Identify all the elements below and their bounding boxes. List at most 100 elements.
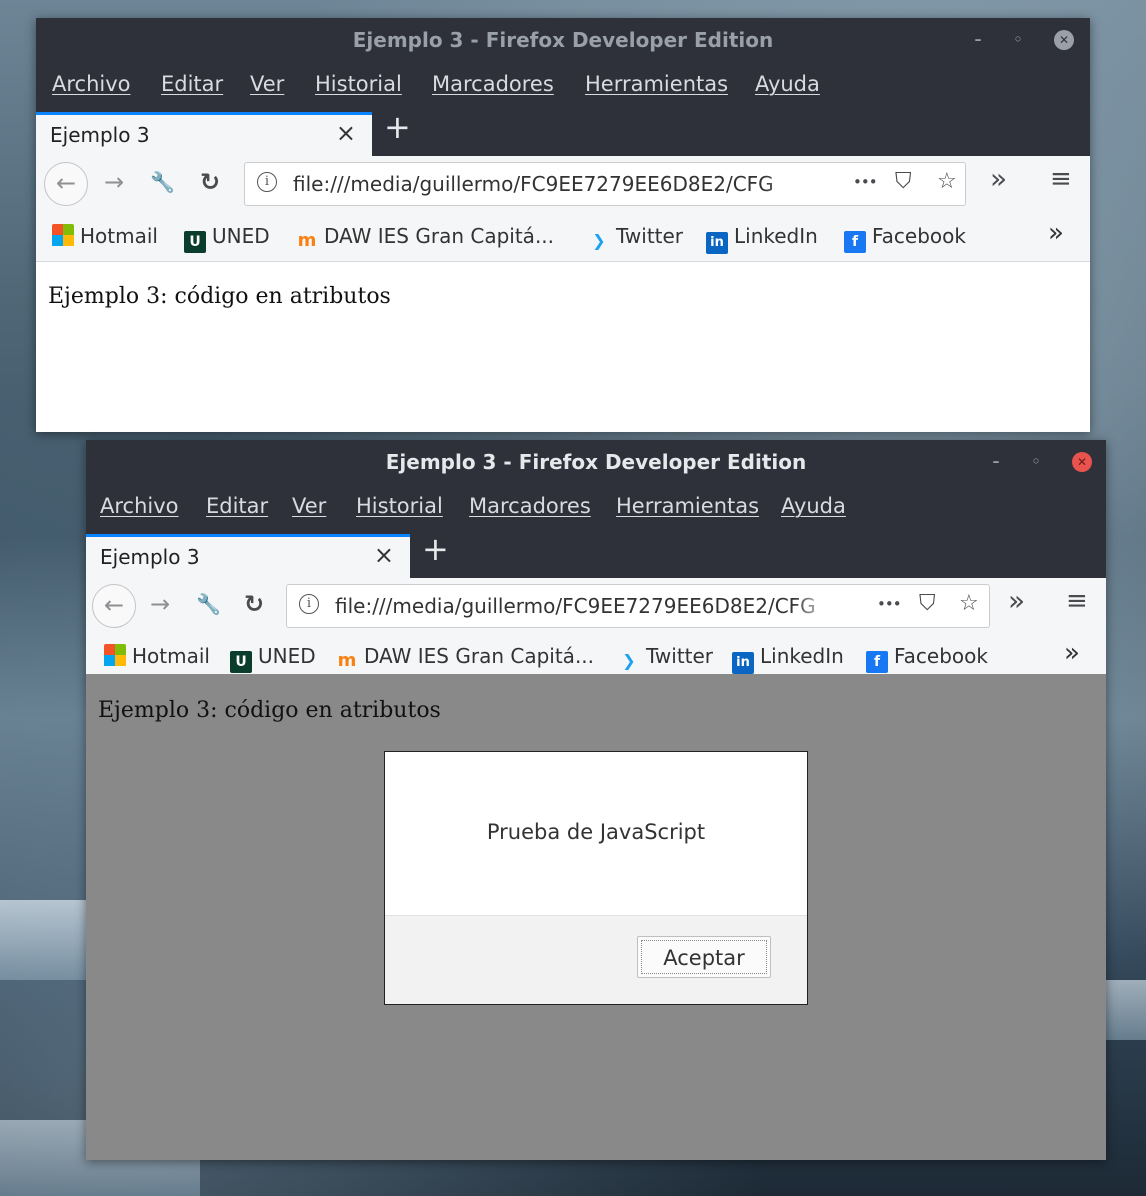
tab-close-icon[interactable]: × (336, 119, 356, 147)
menu-ver[interactable]: Ver (292, 494, 326, 518)
linkedin-icon: in (732, 652, 754, 674)
url-bar[interactable]: i file:///media/guillermo/FC9EE7279EE6D8… (244, 162, 966, 206)
menu-herramientas[interactable]: Herramientas (616, 494, 759, 518)
info-icon[interactable]: i (299, 594, 319, 614)
navigation-toolbar: ← → 🔧 ↻ i file:///media/guillermo/FC9EE7… (86, 578, 1106, 634)
forward-button[interactable]: → (104, 168, 124, 196)
url-fade (793, 587, 833, 625)
menu-archivo[interactable]: Archivo (52, 72, 131, 96)
menu-editar[interactable]: Editar (161, 72, 223, 96)
bookmark-star-icon[interactable]: ☆ (959, 591, 979, 616)
tab-ejemplo-3[interactable]: Ejemplo 3 × (36, 112, 372, 156)
pocket-icon[interactable]: ⛉ (895, 169, 912, 194)
uned-logo-icon: U (184, 231, 206, 253)
moodle-icon: m (297, 230, 317, 251)
page-actions-icon[interactable]: ••• (853, 173, 878, 191)
window-title: Ejemplo 3 - Firefox Developer Edition (352, 28, 774, 52)
maximize-icon[interactable]: ◦ (1008, 30, 1028, 50)
bookmark-daw[interactable]: m DAW IES Gran Capitá... (336, 644, 594, 672)
bookmark-label: Hotmail (132, 644, 210, 668)
bookmark-label: Facebook (872, 224, 966, 248)
close-icon[interactable]: ✕ (1054, 30, 1074, 50)
menu-ayuda[interactable]: Ayuda (755, 72, 820, 96)
tab-close-icon[interactable]: × (374, 541, 394, 569)
wrench-icon[interactable]: 🔧 (196, 592, 221, 616)
bookmark-hotmail[interactable]: Hotmail (104, 644, 210, 668)
new-tab-button[interactable]: + (422, 530, 449, 568)
accept-button[interactable]: Aceptar (637, 936, 771, 978)
url-fade (765, 165, 805, 203)
hamburger-menu-icon[interactable]: ≡ (1050, 164, 1072, 194)
bookmark-label: DAW IES Gran Capitá... (364, 644, 595, 668)
menu-ayuda[interactable]: Ayuda (781, 494, 846, 518)
menu-herramientas[interactable]: Herramientas (585, 72, 728, 96)
browser-window-bottom: Ejemplo 3 - Firefox Developer Edition – … (86, 440, 1106, 1160)
menu-marcadores[interactable]: Marcadores (469, 494, 591, 518)
window-titlebar: Ejemplo 3 - Firefox Developer Edition – … (86, 440, 1106, 484)
window-titlebar: Ejemplo 3 - Firefox Developer Edition – … (36, 18, 1090, 62)
wrench-icon[interactable]: 🔧 (150, 170, 175, 194)
linkedin-icon: in (706, 232, 728, 254)
minimize-icon[interactable]: – (986, 452, 1006, 472)
bookmark-star-icon[interactable]: ☆ (937, 169, 957, 194)
bookmark-hotmail[interactable]: Hotmail (52, 224, 158, 248)
bookmark-label: LinkedIn (760, 644, 844, 668)
bookmark-facebook[interactable]: f Facebook (844, 224, 966, 253)
bookmark-uned[interactable]: U UNED (184, 224, 270, 253)
url-text: file:///media/guillermo/FC9EE7279EE6D8E2… (293, 172, 774, 196)
bookmarks-overflow-icon[interactable]: » (1064, 638, 1080, 668)
page-content: Ejemplo 3: código en atributos (36, 262, 1090, 432)
page-actions-icon[interactable]: ••• (877, 595, 902, 613)
bookmark-label: Twitter (646, 644, 714, 668)
bookmark-label: Facebook (894, 644, 988, 668)
alert-footer: Aceptar (385, 915, 807, 1004)
tab-title: Ejemplo 3 (100, 545, 200, 569)
minimize-icon[interactable]: – (968, 30, 988, 50)
info-icon[interactable]: i (257, 172, 277, 192)
url-bar[interactable]: i file:///media/guillermo/FC9EE7279EE6D8… (286, 584, 990, 628)
reload-button[interactable]: ↻ (244, 590, 264, 618)
pocket-icon[interactable]: ⛉ (919, 591, 936, 616)
menu-archivo[interactable]: Archivo (100, 494, 179, 518)
url-text: file:///media/guillermo/FC9EE7279EE6D8E2… (335, 594, 816, 618)
menu-ver[interactable]: Ver (250, 72, 284, 96)
menu-bar: Archivo Editar Ver Historial Marcadores … (86, 484, 1106, 530)
maximize-icon[interactable]: ◦ (1026, 452, 1046, 472)
tab-strip: Ejemplo 3 × + (36, 108, 1090, 156)
uned-logo-icon: U (230, 651, 252, 673)
windows-logo-icon (52, 224, 74, 246)
bookmark-label: UNED (258, 644, 316, 668)
bookmarks-overflow-icon[interactable]: » (1048, 218, 1064, 248)
bookmarks-toolbar: Hotmail U UNED m DAW IES Gran Capitá... ❯ T… (36, 214, 1090, 262)
bookmark-facebook[interactable]: f Facebook (866, 644, 988, 673)
page-heading: Ejemplo 3: código en atributos (98, 698, 441, 723)
menu-editar[interactable]: Editar (206, 494, 268, 518)
back-button[interactable]: ← (44, 162, 88, 206)
hamburger-menu-icon[interactable]: ≡ (1066, 586, 1088, 616)
bookmark-uned[interactable]: U UNED (230, 644, 316, 673)
menu-historial[interactable]: Historial (315, 72, 402, 96)
moodle-icon: m (337, 650, 357, 671)
menu-historial[interactable]: Historial (356, 494, 443, 518)
menu-marcadores[interactable]: Marcadores (432, 72, 554, 96)
bookmark-label: Hotmail (80, 224, 158, 248)
navigation-toolbar: ← → 🔧 ↻ i file:///media/guillermo/FC9EE7… (36, 156, 1090, 214)
page-content-dimmed: Ejemplo 3: código en atributos Prueba de… (86, 674, 1106, 1160)
toolbar-overflow-icon[interactable]: » (990, 162, 1007, 195)
browser-window-top: Ejemplo 3 - Firefox Developer Edition – … (36, 18, 1090, 432)
bookmark-twitter[interactable]: ❯ Twitter (588, 224, 683, 252)
forward-button[interactable]: → (150, 590, 170, 618)
tab-title: Ejemplo 3 (50, 123, 150, 147)
bookmark-linkedin[interactable]: in LinkedIn (706, 224, 818, 254)
bookmark-linkedin[interactable]: in LinkedIn (732, 644, 844, 674)
tab-ejemplo-3[interactable]: Ejemplo 3 × (86, 534, 410, 578)
bookmark-twitter[interactable]: ❯ Twitter (618, 644, 713, 672)
back-button[interactable]: ← (92, 584, 136, 628)
close-icon[interactable]: ✕ (1072, 452, 1092, 472)
toolbar-overflow-icon[interactable]: » (1008, 584, 1025, 617)
twitter-icon: ❯ (592, 231, 606, 250)
new-tab-button[interactable]: + (384, 108, 411, 146)
bookmark-daw[interactable]: m DAW IES Gran Capitá... (296, 224, 554, 252)
tab-strip: Ejemplo 3 × + (86, 530, 1106, 578)
reload-button[interactable]: ↻ (200, 168, 220, 196)
